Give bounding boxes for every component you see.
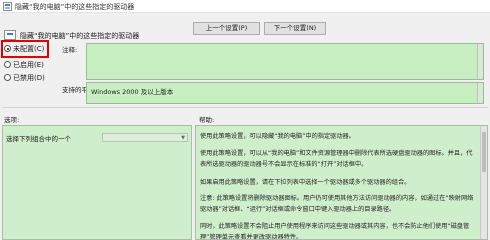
next-setting-button[interactable]: 下一个设置(N) [264,22,326,35]
enabled-label: 已启用(E) [13,60,44,69]
disabled-label: 已禁用(D) [13,73,45,82]
supported-scrollbar[interactable] [477,83,483,103]
options-panel: 选择下列组合中的一个 ▼ [2,125,192,240]
window-title: 隐藏“我的电脑”中的这些指定的驱动器 [15,3,135,11]
help-paragraph: 如果启用此策略设置，请在下拉列表中选择一个驱动器或多个驱动器的组合。 [200,179,411,186]
help-paragraph: 注意: 此策略设置将删除驱动器图标。用户仍可使用其他方法访问驱动器的内容，如通过… [200,195,474,213]
policy-setting-icon [4,30,16,40]
section-divider [2,107,488,108]
enabled-radio[interactable]: 已启用(E) [4,59,44,70]
supported-on-field: Windows 2000 及以上版本 [86,82,484,104]
not-configured-radio[interactable]: 未配置(C) [4,43,44,54]
disabled-radio[interactable]: 已禁用(D) [4,72,45,83]
drive-combination-label: 选择下列组合中的一个 [6,135,71,143]
options-label: 选项: [4,116,20,124]
radio-button[interactable] [4,74,11,81]
not-configured-label: 未配置(C) [13,44,45,53]
help-panel: 使用此策略设置，可以隐藏“我的电脑”中的指定驱动器。 使用此策略设置，可以从“我… [195,125,488,240]
help-paragraph: 同时，此策略设置不会阻止用户使用程序来访问这些驱动器或其内容，也不会防止他们使用… [200,223,470,240]
help-scrollbar[interactable] [480,126,487,239]
radio-button[interactable] [4,45,11,52]
comment-scrollbar[interactable] [477,44,483,79]
comment-field[interactable] [86,43,484,80]
drive-combination-dropdown[interactable]: ▼ [102,133,188,142]
policy-icon [3,2,12,11]
supported-on-value: Windows 2000 及以上版本 [91,88,174,96]
help-paragraph: 使用此策略设置，可以隐藏“我的电脑”中的指定驱动器。 [200,133,355,140]
help-paragraph: 使用此策略设置，可以从“我的电脑”和文件资源管理器中删除代表所选硬盘驱动器的图标… [200,150,473,168]
title-bar: 隐藏“我的电脑”中的这些指定的驱动器 [0,0,490,13]
radio-button[interactable] [4,61,11,68]
comment-label: 注释: [62,46,78,54]
chevron-down-icon: ▼ [181,135,185,141]
previous-setting-button[interactable]: 上一个设置(P) [193,22,260,35]
help-label: 帮助: [199,116,215,124]
help-scrollbar-thumb[interactable] [482,132,486,172]
